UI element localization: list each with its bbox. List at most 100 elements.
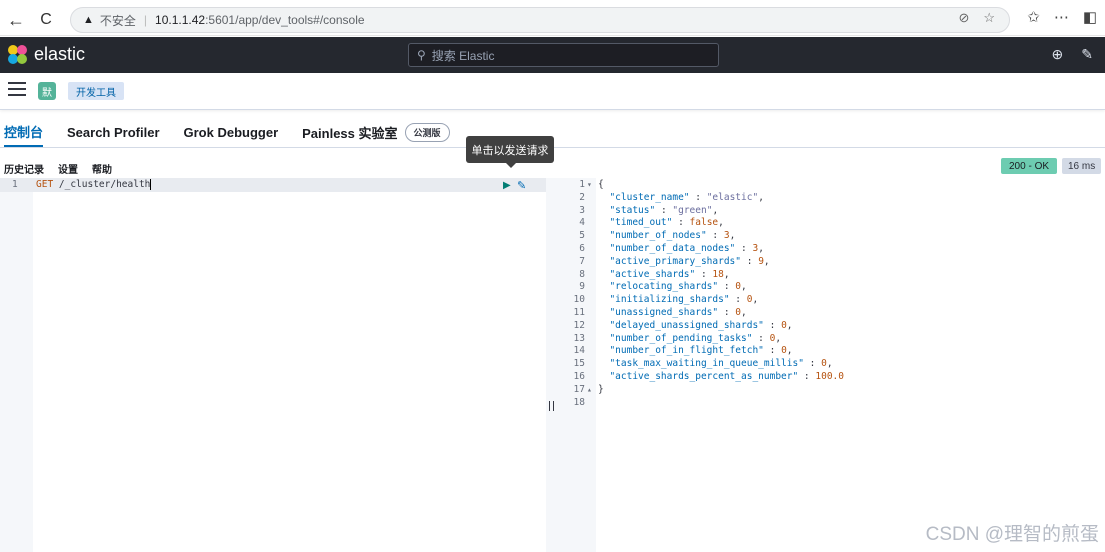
elastic-logo[interactable]: elastic (8, 44, 85, 65)
line-content: "number_of_pending_tasks" : 0, (609, 332, 782, 344)
json-value: false (689, 217, 719, 229)
search-icon: ⚲ (417, 48, 426, 62)
warning-icon: ▲ (83, 14, 94, 26)
pane-splitter[interactable] (546, 178, 558, 552)
line-number: 9 (579, 281, 585, 293)
line-number: 16 (573, 370, 585, 382)
line-content: "unassigned_shards" : 0, (609, 306, 747, 318)
line-content: "delayed_unassigned_shards" : 0, (609, 319, 793, 331)
json-key: "unassigned_shards" (609, 306, 719, 318)
request-time-badge: 16 ms (1062, 158, 1102, 174)
json-value: 18 (712, 268, 724, 280)
json-comma: , (775, 332, 782, 344)
sidebar-icon[interactable]: ◧ (1083, 8, 1097, 26)
line-content: } (598, 383, 604, 395)
json-value: "elastic" (706, 191, 759, 203)
line-number: 8 (579, 268, 585, 280)
json-key: "task_max_waiting_in_queue_millis" (609, 358, 804, 370)
favorites-icon[interactable]: ✩ (1027, 8, 1040, 26)
fold-toggle-icon[interactable]: ▴ (587, 384, 592, 397)
newsfeed-icon[interactable]: ✎ (1081, 46, 1093, 63)
help-icon[interactable]: ⊕ (1052, 46, 1064, 63)
tab-painless-label: Painless 实验室 (302, 125, 398, 141)
insecure-label[interactable]: 不安全 (100, 12, 136, 29)
json-comma: , (758, 191, 764, 203)
line-number: 4 (579, 217, 585, 229)
elastic-logo-icon (8, 44, 28, 65)
space-avatar[interactable]: 默 (38, 82, 56, 100)
line-number: 11 (573, 306, 585, 318)
line-content: "task_max_waiting_in_queue_millis" : 0, (609, 358, 833, 370)
kibana-header: elastic ⚲ 搜索 Elastic ⊕ ✎ (0, 37, 1105, 73)
line-content: "relocating_shards" : 0, (609, 281, 747, 293)
wrench-icon[interactable]: ✎ (517, 179, 526, 192)
send-request-tooltip: 单击以发送请求 (466, 136, 554, 168)
tracking-icon[interactable]: ⊘ (958, 10, 969, 26)
json-comma: , (786, 319, 793, 331)
history-link[interactable]: 历史记录 (4, 161, 44, 176)
reload-icon[interactable]: C (32, 6, 60, 34)
line-number: 12 (573, 319, 585, 331)
line-number: 14 (573, 345, 585, 357)
line-number: 17 (573, 383, 585, 395)
global-search-input[interactable]: ⚲ 搜索 Elastic (408, 43, 719, 67)
back-icon[interactable]: ← (2, 6, 30, 34)
line-number: 6 (579, 242, 585, 254)
fold-toggle-icon[interactable]: ▾ (587, 179, 592, 192)
json-value: 100.0 (815, 370, 844, 382)
json-key: "number_of_in_flight_fetch" (609, 345, 764, 357)
request-path: /_cluster/health (53, 179, 151, 190)
line-number: 10 (573, 294, 585, 306)
request-editor[interactable]: 1 GET /_cluster/health (0, 178, 546, 552)
request-gutter (0, 178, 33, 552)
request-method: GET (36, 179, 54, 190)
request-line[interactable]: GET /_cluster/health (36, 179, 152, 192)
line-number: 7 (579, 255, 585, 267)
address-bar[interactable]: ▲ 不安全 | 10.1.1.42:5601/app/dev_tools#/co… (70, 7, 1010, 33)
tab-search-profiler[interactable]: Search Profiler (67, 117, 160, 147)
line-number: 3 (579, 204, 585, 216)
url-host: 10.1.1.42 (155, 13, 206, 27)
json-comma: , (786, 345, 793, 357)
json-key: "active_shards_percent_as_number" (609, 370, 799, 382)
json-comma: , (723, 268, 730, 280)
line-number: 1 (12, 179, 18, 190)
tab-grok-debugger[interactable]: Grok Debugger (184, 117, 279, 147)
json-key: "number_of_nodes" (609, 230, 707, 242)
star-icon[interactable]: ☆ (983, 10, 995, 26)
json-key: "active_primary_shards" (609, 255, 742, 267)
json-key: "initializing_shards" (609, 294, 730, 306)
line-content: "timed_out" : false, (609, 217, 724, 229)
dev-tools-tabs: 控制台 Search Profiler Grok Debugger Painle… (0, 117, 474, 147)
app-name: elastic (34, 44, 86, 64)
json-comma: , (758, 242, 764, 254)
json-key: "cluster_name" (609, 191, 690, 203)
line-number: 13 (573, 332, 585, 344)
line-content: { (598, 179, 604, 190)
json-comma: , (718, 217, 724, 229)
json-key: "timed_out" (609, 217, 673, 229)
menu-icon[interactable] (8, 82, 26, 98)
json-key: "delayed_unassigned_shards" (609, 319, 764, 331)
tab-console[interactable]: 控制台 (4, 117, 44, 147)
search-placeholder: 搜索 Elastic (431, 48, 495, 63)
line-content: "active_shards_percent_as_number" : 100.… (609, 370, 844, 382)
more-icon[interactable]: ⋯ (1054, 8, 1069, 26)
line-content: "status" : "green", (609, 204, 719, 216)
resize-handle-icon[interactable] (549, 401, 554, 411)
line-number: 5 (579, 230, 585, 242)
line-content: "active_primary_shards" : 9, (609, 255, 770, 267)
json-comma: , (741, 306, 747, 318)
help-link[interactable]: 帮助 (92, 161, 112, 176)
browser-toolbar: ← C ▲ 不安全 | 10.1.1.42:5601/app/dev_tools… (0, 0, 1105, 36)
line-number: 18 (573, 396, 585, 408)
settings-link[interactable]: 设置 (58, 161, 78, 176)
response-editor[interactable]: 1 ▾ {2 "cluster_name" : "elastic", 3 "statu… (558, 178, 1105, 552)
play-icon[interactable]: ▶ (503, 180, 511, 191)
json-comma: , (741, 281, 747, 293)
line-number: 1 (579, 179, 585, 190)
watermark: CSDN @理智的煎蛋 (925, 524, 1099, 545)
line-number: 2 (579, 191, 585, 203)
line-content: "cluster_name" : "elastic", (609, 191, 764, 203)
tab-painless-lab[interactable]: Painless 实验室 公测版 (302, 117, 450, 147)
